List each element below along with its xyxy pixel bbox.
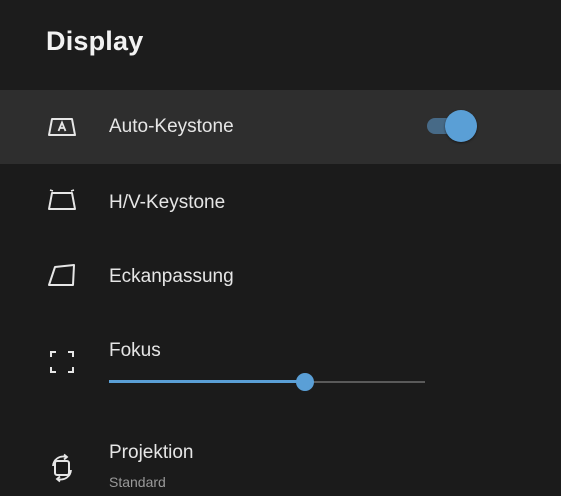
hv-keystone-item[interactable]: H/V-Keystone (0, 164, 561, 238)
corner-adjust-item[interactable]: Eckanpassung (0, 238, 561, 312)
corner-adjust-label: Eckanpassung (109, 266, 234, 287)
keystone-a-icon (46, 115, 78, 141)
projection-item[interactable]: Projektion Standard (0, 420, 561, 496)
corner-quad-icon (46, 263, 78, 289)
focus-label: Fokus (109, 340, 161, 361)
hv-keystone-label: H/V-Keystone (109, 192, 226, 213)
slider-fill (109, 380, 305, 383)
auto-keystone-label: Auto-Keystone (109, 116, 234, 137)
focus-slider[interactable] (109, 372, 425, 392)
slider-thumb[interactable] (296, 373, 314, 391)
page-title: Display (46, 26, 144, 56)
trapezoid-icon (46, 188, 78, 214)
rotate-screen-icon (46, 452, 78, 483)
header: Display (0, 0, 561, 90)
auto-keystone-item[interactable]: Auto-Keystone (0, 90, 561, 164)
focus-item[interactable]: Fokus (0, 312, 561, 408)
toggle-knob (445, 110, 477, 142)
auto-keystone-toggle[interactable] (425, 110, 479, 142)
display-settings-screen: Display Auto-Keystone H/V-Keystone Eckan… (0, 0, 561, 496)
projection-label: Projektion (109, 442, 194, 463)
projection-value: Standard (109, 474, 166, 490)
focus-brackets-icon (46, 348, 78, 374)
